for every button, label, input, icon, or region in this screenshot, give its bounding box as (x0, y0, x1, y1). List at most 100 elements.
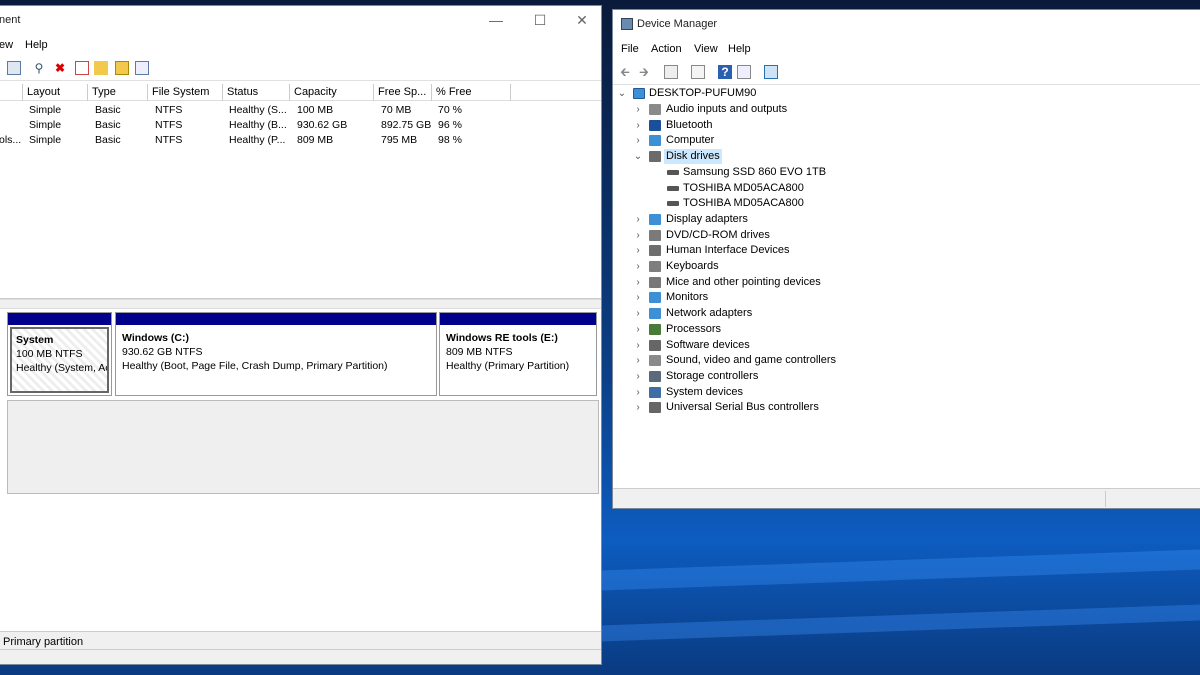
chevron-right-icon[interactable]: › (633, 118, 643, 133)
tree-node-category[interactable]: › Display adapters (617, 212, 1177, 227)
column-file-system[interactable]: File System (148, 84, 223, 101)
menu-help[interactable]: Help (728, 43, 751, 55)
forward-arrow-icon[interactable]: 🡲 (637, 65, 651, 79)
tree-node-category[interactable]: › Software devices (617, 338, 1177, 353)
chevron-right-icon[interactable]: › (633, 306, 643, 321)
chevron-down-icon[interactable]: ⌄ (617, 86, 627, 101)
menu-view[interactable]: View (694, 43, 718, 55)
back-arrow-icon[interactable]: 🡰 (618, 65, 632, 79)
delete-icon[interactable]: ✖ (53, 61, 67, 75)
view-icon[interactable] (135, 61, 149, 75)
tree-node-category[interactable]: ⌄ Disk drives (617, 149, 1177, 165)
column-free-space[interactable]: Free Sp... (374, 84, 432, 101)
connect-icon[interactable]: ⚲ (32, 61, 46, 75)
chevron-right-icon[interactable]: › (633, 275, 643, 290)
menu-file[interactable]: File (621, 43, 639, 55)
pane-splitter[interactable] (0, 299, 601, 309)
view-icon[interactable] (737, 65, 751, 79)
partition-windows-re-tools[interactable]: Windows RE tools (E:) 809 MB NTFS Health… (439, 312, 597, 396)
tree-node-disk-drive[interactable]: TOSHIBA MD05ACA800 (617, 181, 1177, 196)
device-manager-window: Device Manager File Action View Help 🡰 🡲… (612, 9, 1200, 509)
chevron-right-icon[interactable]: › (633, 400, 643, 415)
tree-node-category[interactable]: › System devices (617, 385, 1177, 400)
partition-system[interactable]: System 100 MB NTFS Healthy (System, Act (7, 312, 112, 396)
table-row[interactable]: Simple Basic NTFS Healthy (S... 100 MB 7… (0, 103, 601, 118)
tree-node-category[interactable]: › Processors (617, 322, 1177, 337)
speaker-icon (649, 104, 661, 115)
device-tree: ⌄ DESKTOP-PUFUM90 › Audio inputs and outp… (617, 82, 1200, 497)
bluetooth-icon (649, 119, 661, 131)
tree-node-category[interactable]: › DVD/CD-ROM drives (617, 228, 1177, 243)
properties-icon[interactable] (7, 61, 21, 75)
status-bar (613, 488, 1200, 508)
scan-hardware-icon[interactable] (764, 65, 778, 79)
category-label: Sound, video and game controllers (666, 354, 836, 367)
tree-node-category[interactable]: › Monitors (617, 290, 1177, 305)
tree-node-category[interactable]: › Keyboards (617, 259, 1177, 274)
cell-file-system: NTFS (155, 119, 183, 131)
tree-node-category[interactable]: › Network adapters (617, 306, 1177, 321)
menu-action[interactable]: Action (651, 43, 682, 55)
device-manager-icon (621, 18, 633, 30)
tree-node-category[interactable]: › Human Interface Devices (617, 243, 1177, 258)
tree-node-category[interactable]: › Mice and other pointing devices (617, 275, 1177, 290)
system-device-icon (649, 386, 661, 398)
cell-file-system: NTFS (155, 104, 183, 116)
chevron-down-icon[interactable]: ⌄ (633, 149, 643, 164)
tree-node-category[interactable]: › Sound, video and game controllers (617, 353, 1177, 368)
partition-bar (8, 313, 111, 325)
disk-drive-label: TOSHIBA MD05ACA800 (683, 197, 804, 210)
tree-node-disk-drive[interactable]: Samsung SSD 860 EVO 1TB (617, 165, 1177, 180)
chevron-right-icon[interactable]: › (633, 228, 643, 243)
partition-windows-c[interactable]: Windows (C:) 930.62 GB NTFS Healthy (Boo… (115, 312, 437, 396)
network-icon (649, 308, 661, 320)
chevron-right-icon[interactable]: › (633, 102, 643, 117)
tree-root[interactable]: ⌄ DESKTOP-PUFUM90 (617, 86, 917, 101)
check-icon[interactable] (75, 61, 89, 75)
cell-file-system: NTFS (155, 134, 183, 146)
chevron-right-icon[interactable]: › (633, 243, 643, 258)
table-row[interactable]: Simple Basic NTFS Healthy (B... 930.62 G… (0, 118, 601, 133)
chevron-right-icon[interactable]: › (633, 385, 643, 400)
maximize-button[interactable]: ☐ (525, 10, 555, 30)
table-row[interactable]: ols... Simple Basic NTFS Healthy (P... 8… (0, 133, 601, 148)
minimize-button[interactable]: — (481, 10, 511, 30)
tree-node-category[interactable]: › Storage controllers (617, 369, 1177, 384)
column-status[interactable]: Status (223, 84, 290, 101)
chevron-right-icon[interactable]: › (633, 133, 643, 148)
column-type[interactable]: Type (88, 84, 148, 101)
tree-node-category[interactable]: › Computer (617, 133, 1177, 148)
open-folder-icon[interactable] (115, 61, 129, 75)
cell-layout: Simple (29, 119, 62, 131)
cell-capacity: 930.62 GB (297, 119, 348, 131)
chevron-right-icon[interactable]: › (633, 322, 643, 337)
chevron-right-icon[interactable]: › (633, 259, 643, 274)
tree-node-category[interactable]: › Universal Serial Bus controllers (617, 400, 1177, 415)
close-button[interactable]: ✕ (567, 10, 597, 30)
column-layout[interactable]: Layout (23, 84, 88, 101)
chevron-right-icon[interactable]: › (633, 290, 643, 305)
tree-node-category[interactable]: › Audio inputs and outputs (617, 102, 1177, 117)
wallpaper-light-beam (600, 549, 1200, 591)
computer-icon (633, 88, 645, 99)
category-label: Monitors (666, 291, 709, 304)
properties-icon[interactable] (691, 65, 705, 79)
disk-drive-label: Samsung SSD 860 EVO 1TB (683, 165, 827, 178)
show-hide-tree-icon[interactable] (664, 65, 678, 79)
column-capacity[interactable]: Capacity (290, 84, 374, 101)
chevron-right-icon[interactable]: › (633, 338, 643, 353)
menu-help[interactable]: Help (25, 39, 48, 51)
chevron-right-icon[interactable]: › (633, 369, 643, 384)
chevron-right-icon[interactable]: › (633, 212, 643, 227)
title-bar[interactable]: nent — ☐ ✕ (0, 6, 601, 36)
chevron-right-icon[interactable]: › (633, 353, 643, 368)
mouse-icon (649, 276, 661, 288)
tree-node-category[interactable]: › Bluetooth (617, 118, 1177, 133)
column-percent-free[interactable]: % Free (432, 84, 511, 101)
title-bar[interactable]: Device Manager (613, 10, 1200, 40)
help-icon[interactable]: ? (718, 65, 732, 79)
tree-node-disk-drive[interactable]: TOSHIBA MD05ACA800 (617, 196, 1177, 211)
menu-view[interactable]: ew (0, 39, 13, 51)
new-folder-icon[interactable] (94, 61, 108, 75)
column-volume[interactable] (0, 84, 23, 101)
